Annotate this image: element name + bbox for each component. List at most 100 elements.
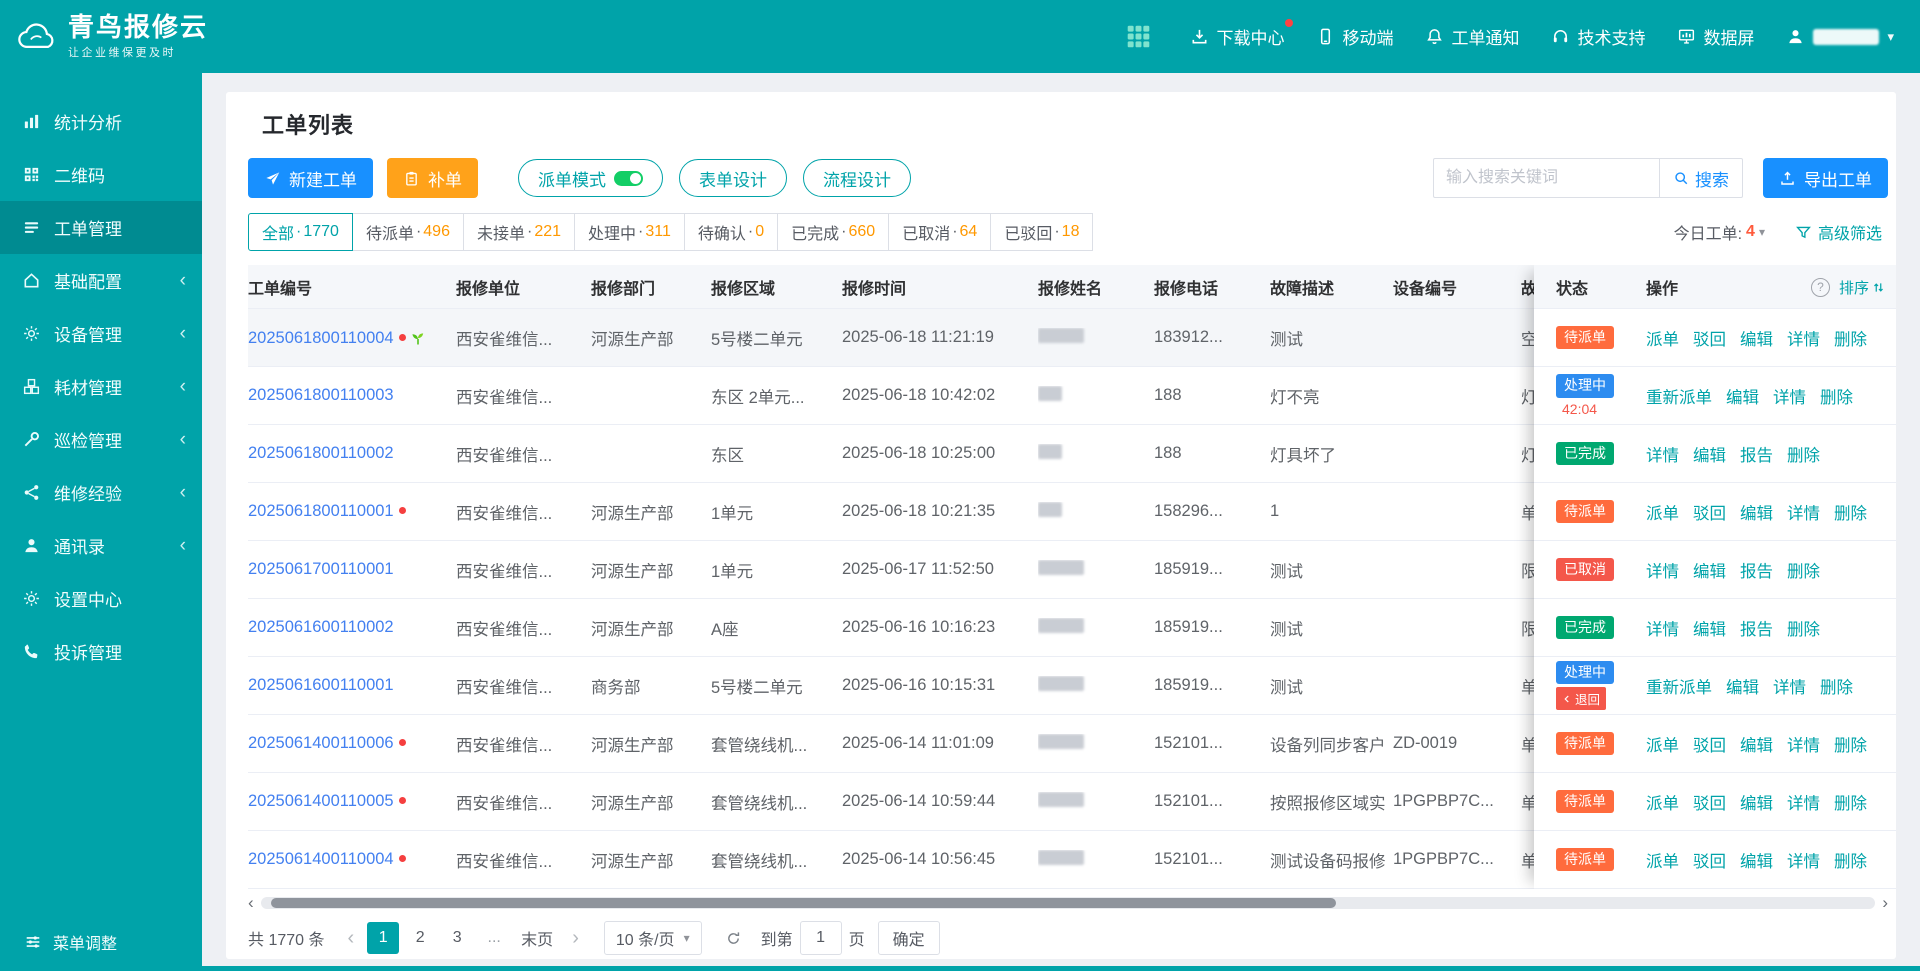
- action-link[interactable]: 删除: [1787, 558, 1820, 582]
- action-link[interactable]: 详情: [1646, 616, 1679, 640]
- prev-page-button[interactable]: ‹: [340, 927, 363, 950]
- action-link[interactable]: 删除: [1834, 848, 1867, 872]
- apps-grid-icon[interactable]: [1125, 23, 1152, 50]
- action-link[interactable]: 报告: [1740, 616, 1773, 640]
- action-link[interactable]: 详情: [1787, 732, 1820, 756]
- advanced-filter-button[interactable]: 高级筛选: [1795, 220, 1882, 244]
- action-link[interactable]: 编辑: [1693, 616, 1726, 640]
- next-page-button[interactable]: ›: [564, 927, 587, 950]
- action-link[interactable]: 编辑: [1693, 442, 1726, 466]
- action-link[interactable]: 删除: [1834, 732, 1867, 756]
- action-link[interactable]: 重新派单: [1646, 384, 1712, 408]
- scroll-right-icon[interactable]: ›: [1882, 894, 1888, 911]
- order-id-link[interactable]: 2025061600110002: [248, 618, 394, 636]
- scrollbar-track[interactable]: [260, 897, 1876, 909]
- action-link[interactable]: 删除: [1787, 616, 1820, 640]
- action-link[interactable]: 详情: [1787, 790, 1820, 814]
- topnav-item-2[interactable]: 移动端: [1316, 24, 1393, 49]
- order-id-link[interactable]: 2025061700110001: [248, 560, 394, 578]
- confirm-button[interactable]: 确定: [877, 921, 940, 955]
- search-button[interactable]: 搜索: [1659, 158, 1743, 198]
- refresh-icon[interactable]: [725, 930, 742, 947]
- page-size-select[interactable]: 10 条/页 ▾: [603, 921, 702, 955]
- order-id-link[interactable]: 2025061400110005: [248, 792, 394, 810]
- sidebar-item-7[interactable]: 巡检管理 ‹: [0, 413, 202, 466]
- filter-tab-7[interactable]: 已取消 · 64: [888, 213, 992, 251]
- sidebar-item-1[interactable]: 统计分析: [0, 95, 202, 148]
- action-link[interactable]: 派单: [1646, 790, 1679, 814]
- sidebar-item-2[interactable]: 二维码: [0, 148, 202, 201]
- filter-tab-6[interactable]: 已完成 · 660: [777, 213, 890, 251]
- action-link[interactable]: 编辑: [1740, 326, 1773, 350]
- user-menu[interactable]: ▾: [1786, 27, 1894, 46]
- action-link[interactable]: 详情: [1787, 326, 1820, 350]
- action-link[interactable]: 详情: [1787, 500, 1820, 524]
- order-id-link[interactable]: 2025061800110004: [248, 329, 394, 347]
- action-link[interactable]: 删除: [1787, 442, 1820, 466]
- sidebar-item-5[interactable]: 设备管理 ‹: [0, 307, 202, 360]
- page-button-1[interactable]: 1: [367, 922, 400, 954]
- action-link[interactable]: 驳回: [1693, 500, 1726, 524]
- action-link[interactable]: 删除: [1834, 790, 1867, 814]
- sidebar-item-8[interactable]: 维修经验 ‹: [0, 466, 202, 519]
- filter-tab-2[interactable]: 待派单 · 496: [351, 213, 464, 251]
- sidebar-item-6[interactable]: 耗材管理 ‹: [0, 360, 202, 413]
- order-id-link[interactable]: 2025061400110004: [248, 850, 394, 868]
- scrollbar-thumb[interactable]: [270, 898, 1337, 908]
- filter-tab-4[interactable]: 处理中 · 311: [574, 213, 685, 251]
- design-pill-1[interactable]: 派单模式: [518, 159, 663, 197]
- sidebar-item-3[interactable]: 工单管理: [0, 201, 202, 254]
- action-link[interactable]: 详情: [1773, 674, 1806, 698]
- action-link[interactable]: 删除: [1834, 326, 1867, 350]
- action-link[interactable]: 派单: [1646, 732, 1679, 756]
- action-link[interactable]: 删除: [1834, 500, 1867, 524]
- order-id-link[interactable]: 2025061400110006: [248, 734, 394, 752]
- action-link[interactable]: 详情: [1646, 442, 1679, 466]
- patch-order-button[interactable]: 补单: [387, 158, 478, 198]
- page-button-2[interactable]: 2: [404, 922, 436, 954]
- sidebar-menu-adjust[interactable]: 菜单调整: [0, 913, 202, 971]
- action-link[interactable]: 派单: [1646, 500, 1679, 524]
- action-link[interactable]: 详情: [1773, 384, 1806, 408]
- action-link[interactable]: 报告: [1740, 558, 1773, 582]
- topnav-item-1[interactable]: 下载中心: [1190, 19, 1294, 49]
- sidebar-item-10[interactable]: 设置中心: [0, 572, 202, 625]
- action-link[interactable]: 派单: [1646, 848, 1679, 872]
- topnav-item-3[interactable]: 工单通知: [1425, 24, 1519, 49]
- topnav-item-5[interactable]: 数据屏: [1677, 24, 1754, 49]
- help-icon[interactable]: ?: [1810, 277, 1830, 297]
- action-link[interactable]: 编辑: [1740, 500, 1773, 524]
- action-link[interactable]: 编辑: [1740, 790, 1773, 814]
- page-button-3[interactable]: 3: [441, 922, 473, 954]
- sidebar-item-4[interactable]: 基础配置 ‹: [0, 254, 202, 307]
- action-link[interactable]: 详情: [1646, 558, 1679, 582]
- topnav-item-4[interactable]: 技术支持: [1551, 24, 1645, 49]
- filter-tab-8[interactable]: 已驳回 · 18: [990, 213, 1094, 251]
- action-link[interactable]: 驳回: [1693, 732, 1726, 756]
- action-link[interactable]: 详情: [1787, 848, 1820, 872]
- goto-page-input[interactable]: [799, 921, 842, 955]
- action-link[interactable]: 编辑: [1693, 558, 1726, 582]
- order-id-link[interactable]: 2025061800110003: [248, 386, 394, 404]
- action-link[interactable]: 编辑: [1726, 674, 1759, 698]
- page-button-...[interactable]: ...: [478, 922, 510, 954]
- action-link[interactable]: 编辑: [1740, 732, 1773, 756]
- action-link[interactable]: 驳回: [1693, 790, 1726, 814]
- action-link[interactable]: 删除: [1820, 674, 1853, 698]
- scroll-left-icon[interactable]: ‹: [248, 894, 254, 911]
- action-link[interactable]: 派单: [1646, 326, 1679, 350]
- action-link[interactable]: 报告: [1740, 442, 1773, 466]
- search-input[interactable]: [1433, 158, 1659, 198]
- create-order-button[interactable]: 新建工单: [248, 158, 373, 198]
- action-link[interactable]: 编辑: [1726, 384, 1759, 408]
- action-link[interactable]: 删除: [1820, 384, 1853, 408]
- design-pill-2[interactable]: 表单设计: [679, 159, 787, 197]
- order-id-link[interactable]: 2025061800110001: [248, 502, 394, 520]
- action-link[interactable]: 驳回: [1693, 848, 1726, 872]
- action-link[interactable]: 驳回: [1693, 326, 1726, 350]
- action-link[interactable]: 重新派单: [1646, 674, 1712, 698]
- filter-tab-1[interactable]: 全部 · 1770: [248, 213, 353, 251]
- today-orders-dropdown[interactable]: 今日工单: 4 ▾: [1674, 220, 1765, 244]
- page-button-末页[interactable]: 末页: [515, 922, 559, 954]
- action-link[interactable]: 编辑: [1740, 848, 1773, 872]
